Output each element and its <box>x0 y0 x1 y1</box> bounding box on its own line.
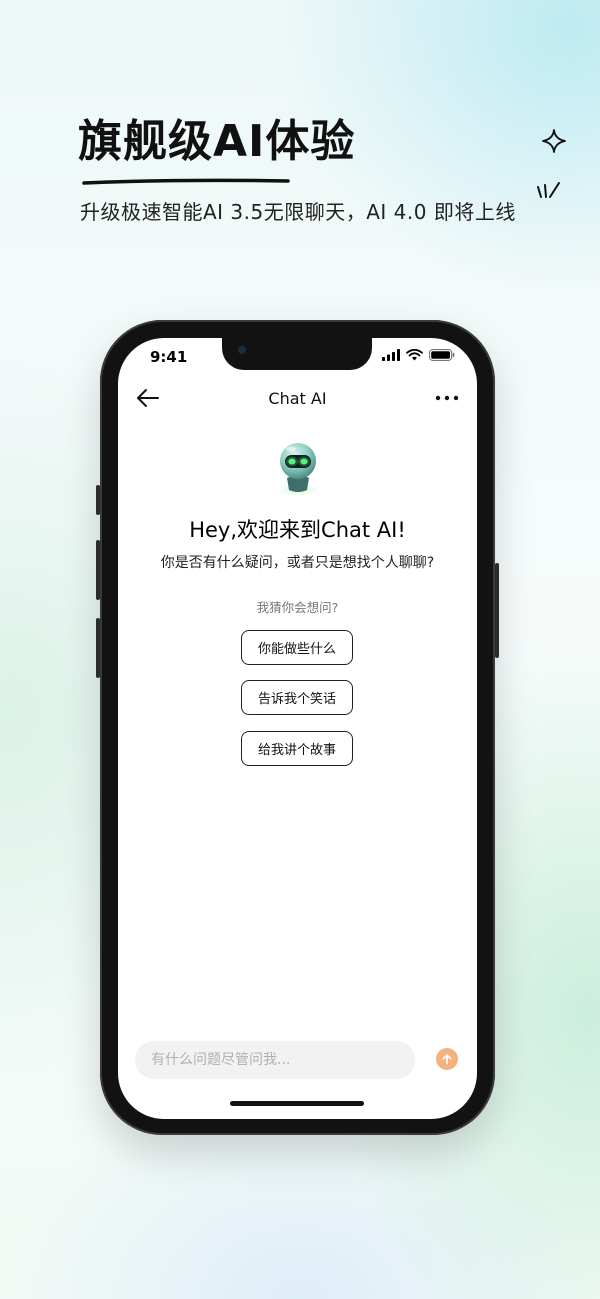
arrow-up-icon <box>442 1054 452 1065</box>
more-dots-icon[interactable] <box>435 390 459 406</box>
welcome-title: Hey,欢迎来到Chat AI! <box>189 518 406 542</box>
phone-side-button-mute <box>96 485 100 515</box>
battery-icon <box>429 349 455 361</box>
phone-side-button-volume-down <box>96 618 100 678</box>
robot-avatar-icon <box>276 443 320 496</box>
wifi-icon <box>406 349 423 361</box>
sparkle-icon <box>542 129 566 153</box>
nav-title: Chat AI <box>268 389 327 408</box>
welcome-subtitle: 你是否有什么疑问，或者只是想找个人聊聊? <box>160 555 435 571</box>
signal-icon <box>382 349 400 361</box>
chat-input[interactable] <box>135 1041 415 1079</box>
guess-label: 我猜你会想问? <box>256 600 339 615</box>
phone-notch <box>222 338 372 370</box>
phone-screen: 9:41 Chat AI Hey,欢迎来到Chat AI! 你是否有什么疑问，或… <box>118 338 477 1119</box>
send-button[interactable] <box>436 1048 458 1070</box>
home-indicator <box>230 1101 364 1106</box>
front-camera <box>238 346 246 354</box>
phone-side-button-volume-up <box>96 540 100 600</box>
hero-underline <box>82 178 290 185</box>
dash-marks-icon <box>537 182 560 198</box>
phone-frame: 9:41 Chat AI Hey,欢迎来到Chat AI! 你是否有什么疑问，或… <box>96 320 499 1135</box>
suggestion-button[interactable]: 给我讲个故事 <box>241 731 353 766</box>
status-time: 9:41 <box>150 348 188 366</box>
suggestion-button[interactable]: 告诉我个笑话 <box>241 680 353 715</box>
hero-title: 旗舰级AI体验 <box>78 116 356 167</box>
phone-side-button-power <box>495 563 499 658</box>
hero-subtitle: 升级极速智能AI 3.5无限聊天，AI 4.0 即将上线 <box>80 200 516 224</box>
suggestion-button[interactable]: 你能做些什么 <box>241 630 353 665</box>
status-icons <box>382 349 455 361</box>
